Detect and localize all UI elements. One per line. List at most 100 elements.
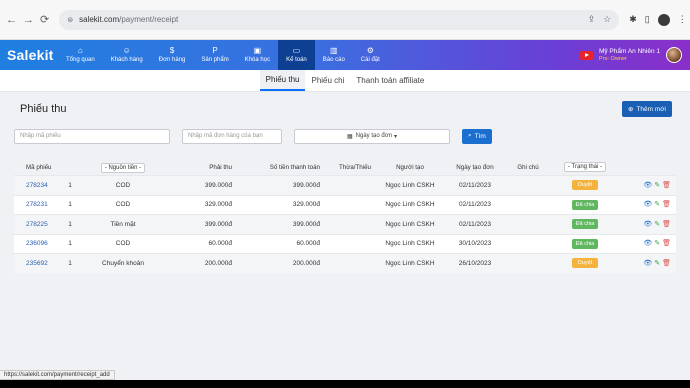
col-due: Phải thu: [209, 163, 232, 171]
add-new-label: Thêm mới: [636, 105, 666, 113]
menu-label: Tổng quan: [66, 57, 95, 63]
youtube-icon[interactable]: [579, 50, 593, 60]
col-diff: Thừa/Thiếu: [338, 163, 371, 171]
view-eye-icon[interactable]: 👁: [643, 260, 652, 267]
menu-item-courses[interactable]: ▣ Khóa học: [237, 40, 278, 70]
date-cell: 02/11/2023: [458, 201, 492, 209]
site-info-icon[interactable]: ⊜: [67, 16, 73, 24]
tab-payments[interactable]: Phiếu chi: [305, 70, 350, 91]
date-cell: 30/10/2023: [458, 240, 492, 248]
status-badge[interactable]: Đã chia: [571, 219, 599, 230]
status-badge[interactable]: Đã chia: [571, 199, 599, 210]
table-row: 278231 1 COD 329.000đ 329.000đ Ngọc Linh…: [14, 194, 676, 214]
add-new-button[interactable]: ⊕ Thêm mới: [622, 101, 672, 117]
plus-circle-icon: ⊕: [628, 106, 634, 113]
delete-trash-icon[interactable]: 🗑: [662, 201, 671, 208]
col-source-cell: - Nguồn tiền -: [84, 162, 162, 173]
paid-cell: 60.000đ: [296, 240, 321, 248]
main-menu: ⌂ Tổng quan ☺ Khách hàng $ Đơn hàng P Sản ph…: [58, 40, 388, 70]
profile-avatar[interactable]: [657, 13, 670, 26]
view-eye-icon[interactable]: 👁: [643, 201, 652, 208]
table-row: 278234 1 COD 399.000đ 399.000đ Ngọc Linh…: [14, 175, 676, 195]
more-menu-icon[interactable]: ⋮: [678, 14, 687, 25]
extensions-icon[interactable]: ✱: [629, 14, 637, 25]
menu-label: Khách hàng: [110, 57, 143, 63]
bookmark-star-icon[interactable]: ☆: [603, 14, 611, 25]
menu-item-overview[interactable]: ⌂ Tổng quan: [58, 40, 103, 70]
forward-icon[interactable]: →: [23, 13, 34, 27]
qty-cell: 1: [68, 240, 72, 248]
tab-receipts[interactable]: Phiếu thu: [259, 70, 306, 91]
menu-item-accounting[interactable]: ▭ Kế toán: [278, 40, 315, 70]
user-avatar[interactable]: [666, 47, 682, 63]
col-status-cell: - Trạng thái -: [551, 162, 619, 172]
app-header: Salekit ⌂ Tổng quan ☺ Khách hàng $ Đơn hàng…: [0, 40, 690, 70]
due-cell: 399.000đ: [204, 181, 232, 189]
wallet-icon: ▭: [292, 46, 301, 55]
status-filter-select[interactable]: - Trạng thái -: [563, 162, 606, 172]
menu-item-products[interactable]: P Sản phẩm: [193, 40, 236, 70]
order-code-input[interactable]: Nhập mã đơn hàng của bạn: [182, 128, 282, 144]
menu-item-settings[interactable]: ⚙ Cài đặt: [353, 40, 388, 70]
edit-icon[interactable]: ✎: [654, 221, 660, 228]
status-badge[interactable]: Duyệt: [572, 180, 598, 191]
search-label: Tìm: [474, 132, 486, 140]
menu-label: Sản phẩm: [201, 57, 229, 63]
table-row: 236096 1 COD 60.000đ 60.000đ Ngọc Linh C…: [14, 233, 676, 253]
source-filter-select[interactable]: - Nguồn tiền -: [100, 162, 146, 173]
source-cell: COD: [115, 201, 131, 209]
menu-label: Khóa học: [244, 57, 271, 63]
date-picker-label: Ngày tạo đơn: [355, 133, 392, 139]
delete-trash-icon[interactable]: 🗑: [662, 221, 671, 228]
date-cell: 02/11/2023: [458, 181, 492, 189]
tab-affiliate-payments[interactable]: Thanh toán affiliate: [350, 70, 430, 91]
edit-icon[interactable]: ✎: [654, 240, 660, 247]
back-icon[interactable]: ←: [6, 13, 17, 27]
table-header: Mã phiếu - Nguồn tiền - Phải thu Số tiền…: [14, 159, 676, 175]
edit-icon[interactable]: ✎: [654, 260, 660, 267]
col-paid: Số tiền thanh toán: [269, 163, 320, 171]
qty-cell: 1: [68, 220, 72, 228]
edit-icon[interactable]: ✎: [654, 182, 660, 189]
receipt-code-link[interactable]: 278234: [26, 182, 48, 189]
search-button[interactable]: ⌕ Tìm: [462, 128, 492, 144]
qty-cell: 1: [68, 201, 72, 209]
date-cell: 26/10/2023: [458, 259, 492, 267]
menu-label: Báo cáo: [322, 57, 345, 63]
reload-icon[interactable]: ⟳: [40, 13, 49, 27]
receipt-code-link[interactable]: 278231: [26, 201, 48, 208]
order-date-picker[interactable]: ▦ Ngày tạo đơn ▾: [294, 128, 450, 144]
delete-trash-icon[interactable]: 🗑: [662, 240, 671, 247]
delete-trash-icon[interactable]: 🗑: [662, 260, 671, 267]
status-badge[interactable]: Duyệt: [572, 258, 598, 269]
delete-trash-icon[interactable]: 🗑: [662, 182, 671, 189]
view-eye-icon[interactable]: 👁: [643, 221, 652, 228]
receipt-code-link[interactable]: 278225: [26, 221, 48, 228]
view-eye-icon[interactable]: 👁: [643, 182, 652, 189]
creator-cell: Ngọc Linh CSKH: [385, 240, 435, 248]
brand-logo[interactable]: Salekit: [0, 40, 58, 70]
sub-tabs: Phiếu thu Phiếu chi Thanh toán affiliate: [0, 70, 690, 92]
menu-label: Cài đặt: [360, 57, 380, 63]
receipt-code-input[interactable]: Nhập mã phiếu: [14, 128, 170, 144]
source-cell: Tiền mặt: [110, 220, 136, 228]
menu-item-reports[interactable]: ▥ Báo cáo: [315, 40, 353, 70]
due-cell: 200.000đ: [204, 259, 232, 267]
chart-icon: ▥: [330, 46, 338, 55]
user-menu[interactable]: Mỹ Phẩm An Nhiên 1 Pro: Owner: [579, 40, 690, 70]
view-eye-icon[interactable]: 👁: [643, 240, 652, 247]
receipt-code-link[interactable]: 236096: [26, 240, 48, 247]
share-icon[interactable]: ⇪: [588, 14, 596, 25]
table-body: 278234 1 COD 399.000đ 399.000đ Ngọc Linh…: [14, 175, 676, 273]
menu-item-orders[interactable]: $ Đơn hàng: [151, 40, 194, 70]
col-code: Mã phiếu: [26, 163, 52, 171]
gear-icon: ⚙: [366, 46, 374, 55]
edit-icon[interactable]: ✎: [654, 201, 660, 208]
receipt-code-link[interactable]: 235692: [26, 260, 48, 267]
address-bar[interactable]: ⊜ salekit.com/payment/receipt ⇪ ☆: [59, 9, 620, 30]
status-badge[interactable]: Đã chia: [571, 238, 599, 249]
sidepanel-icon[interactable]: ▯: [645, 14, 650, 25]
status-bar-url: https://salekit.com/payment/receipt_add: [0, 370, 115, 380]
menu-item-customers[interactable]: ☺ Khách hàng: [103, 40, 151, 70]
product-icon: P: [212, 46, 218, 55]
